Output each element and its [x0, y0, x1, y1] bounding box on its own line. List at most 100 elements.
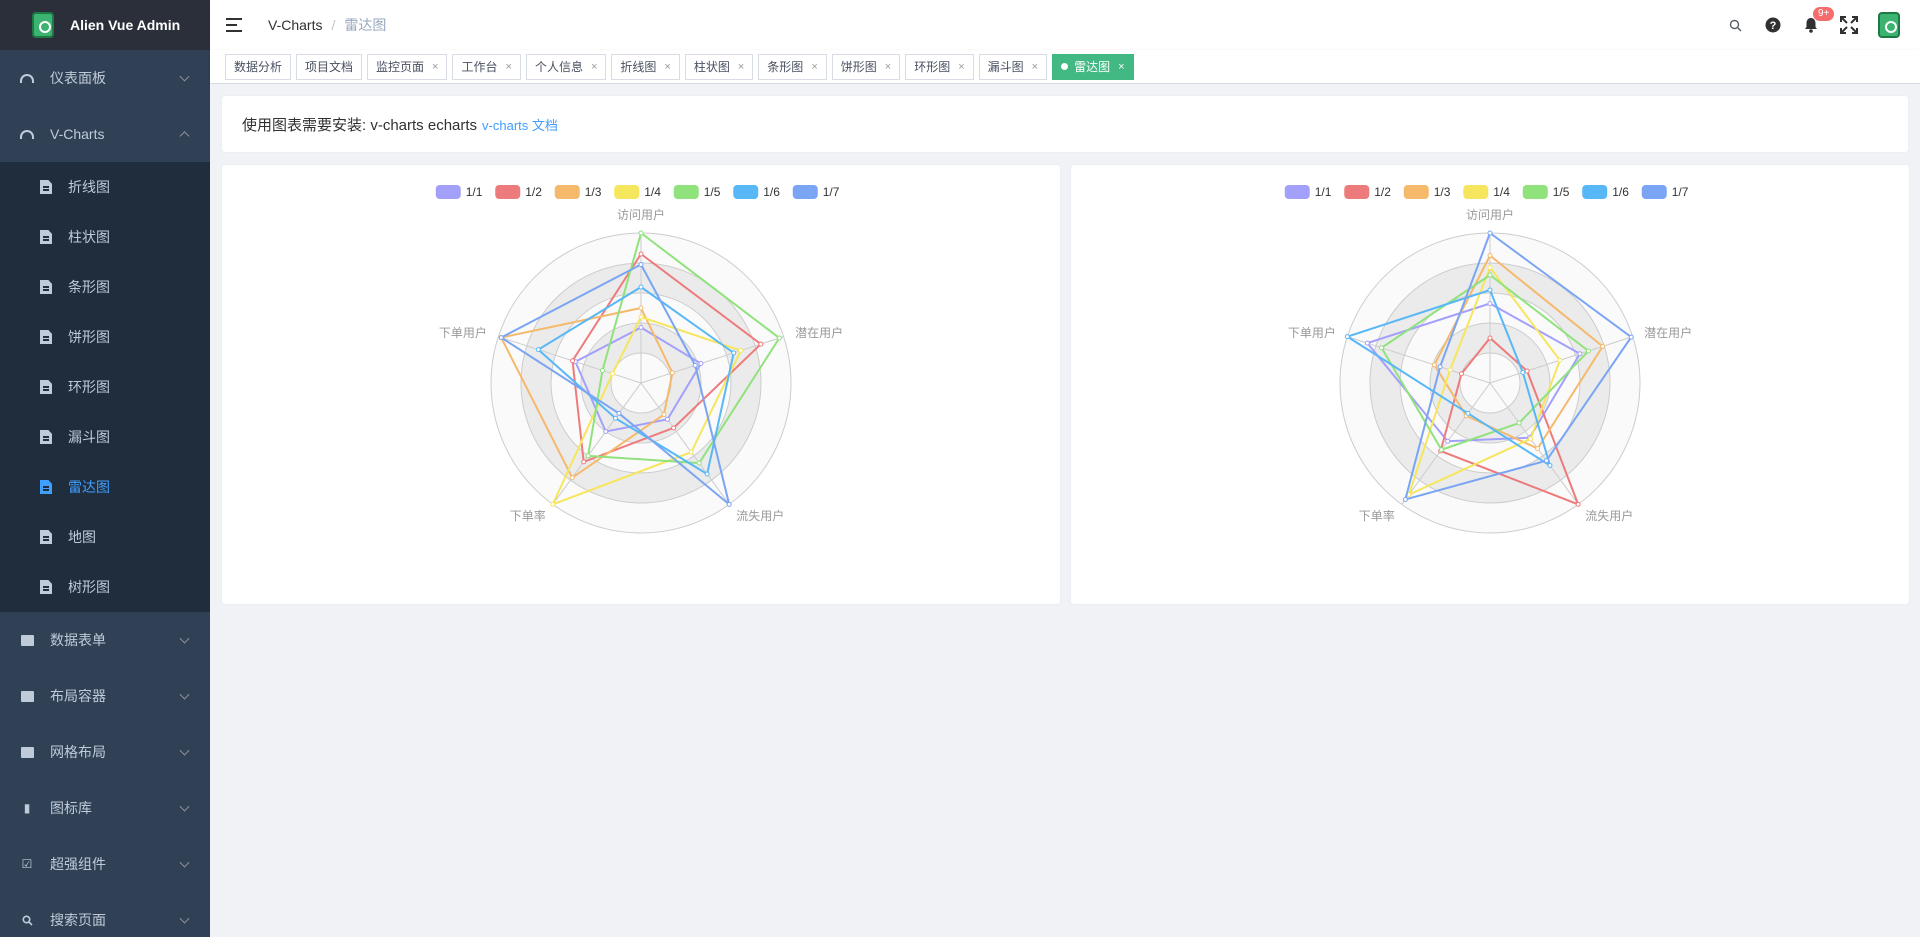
legend-item[interactable]: 1/3	[1403, 185, 1451, 199]
close-icon[interactable]: ×	[1032, 55, 1038, 79]
tag-3[interactable]: 工作台 ×	[452, 53, 521, 80]
radar-point[interactable]	[1528, 436, 1534, 442]
radar-point[interactable]	[1577, 351, 1583, 357]
radar-point[interactable]	[696, 460, 702, 466]
radar-point[interactable]	[758, 341, 764, 347]
radar-point[interactable]	[1487, 265, 1493, 270]
radar-point[interactable]	[1487, 301, 1493, 306]
tag-5[interactable]: 折线图 ×	[611, 53, 680, 80]
radar-point[interactable]	[776, 335, 782, 341]
radar-point[interactable]	[1431, 362, 1437, 368]
radar-point[interactable]	[1437, 364, 1443, 370]
sidebar-group-data-forms[interactable]: 数据表单	[0, 612, 210, 668]
sidebar-group-grid-layout[interactable]: 网格布局	[0, 724, 210, 780]
radar-point[interactable]	[1535, 446, 1541, 452]
radar-point[interactable]	[1458, 371, 1464, 377]
radar-point[interactable]	[1487, 287, 1493, 293]
radar-point[interactable]	[1487, 335, 1493, 341]
radar-point[interactable]	[638, 230, 644, 236]
radar-point[interactable]	[671, 425, 677, 431]
sidebar-item-map[interactable]: 地图	[0, 512, 210, 562]
legend-item[interactable]: 1/1	[435, 185, 483, 199]
radar-point[interactable]	[569, 475, 575, 481]
radar-point[interactable]	[1379, 345, 1385, 351]
sidebar-group-search-page[interactable]: 搜索页面	[0, 892, 210, 937]
radar-point[interactable]	[638, 325, 644, 330]
radar-point[interactable]	[609, 371, 615, 377]
radar-point[interactable]	[498, 335, 504, 341]
radar-point[interactable]	[535, 347, 541, 353]
legend-item[interactable]: 1/1	[1284, 185, 1332, 199]
radar-point[interactable]	[704, 471, 710, 477]
legend-item[interactable]: 1/7	[1641, 185, 1689, 199]
radar-point[interactable]	[1524, 368, 1530, 374]
search-icon[interactable]	[1716, 0, 1754, 50]
radar-point[interactable]	[1364, 340, 1370, 346]
radar-point[interactable]	[1520, 369, 1526, 375]
bell-icon[interactable]: 9+	[1792, 0, 1836, 50]
sidebar-group-components[interactable]: ☑ 超强组件	[0, 836, 210, 892]
radar-point[interactable]	[1487, 253, 1493, 258]
legend-item[interactable]: 1/6	[733, 185, 780, 199]
sidebar-group-v-charts[interactable]: V-Charts	[0, 106, 210, 162]
close-icon[interactable]: ×	[885, 55, 891, 79]
v-charts-docs-link[interactable]: v-charts 文档	[482, 115, 558, 134]
radar-point[interactable]	[1516, 420, 1522, 426]
radar-point[interactable]	[731, 350, 737, 356]
radar-point[interactable]	[603, 429, 609, 435]
close-icon[interactable]: ×	[664, 55, 670, 79]
sidebar-item-line-chart[interactable]: 折线图	[0, 162, 210, 212]
radar-point[interactable]	[1600, 343, 1606, 349]
legend-item[interactable]: 1/6	[1582, 185, 1629, 199]
radar-point[interactable]	[1547, 463, 1553, 469]
radar-point[interactable]	[1445, 438, 1451, 444]
close-icon[interactable]: ×	[1118, 55, 1124, 79]
sidebar-item-bar-chart[interactable]: 条形图	[0, 262, 210, 312]
close-icon[interactable]: ×	[811, 55, 817, 79]
radar-point[interactable]	[1402, 496, 1408, 502]
close-icon[interactable]: ×	[506, 55, 512, 79]
sidebar-group-dashboard[interactable]: 仪表面板	[0, 50, 210, 106]
legend-item[interactable]: 1/5	[673, 185, 721, 199]
close-icon[interactable]: ×	[958, 55, 964, 79]
fullscreen-icon[interactable]	[1830, 0, 1868, 50]
radar-point[interactable]	[1344, 334, 1350, 340]
radar-point[interactable]	[1585, 348, 1591, 354]
radar-point[interactable]	[570, 358, 576, 364]
radar-point[interactable]	[599, 367, 605, 373]
radar-point[interactable]	[738, 348, 744, 354]
legend-item[interactable]: 1/2	[1344, 185, 1391, 199]
legend-item[interactable]: 1/4	[614, 185, 661, 199]
sidebar-group-icon-library[interactable]: ▮ 图标库	[0, 780, 210, 836]
sidebar-item-tree-chart[interactable]: 树形图	[0, 562, 210, 612]
legend-item[interactable]: 1/5	[1522, 185, 1570, 199]
legend-item[interactable]: 1/7	[792, 185, 840, 199]
close-icon[interactable]: ×	[591, 55, 597, 79]
radar-point[interactable]	[612, 415, 618, 421]
radar-point[interactable]	[669, 370, 675, 376]
radar-point[interactable]	[661, 412, 667, 418]
sidebar-group-layout-container[interactable]: 布局容器	[0, 668, 210, 724]
radar-point[interactable]	[638, 284, 644, 290]
radar-point[interactable]	[1628, 334, 1634, 340]
radar-point[interactable]	[1557, 357, 1563, 363]
avatar[interactable]	[1878, 12, 1900, 38]
help-icon[interactable]: ?	[1754, 0, 1792, 50]
sidebar-item-radar-chart[interactable]: 雷达图	[0, 462, 210, 512]
radar-point[interactable]	[1439, 447, 1445, 453]
logo[interactable]: Alien Vue Admin	[0, 0, 210, 50]
tag-0[interactable]: 数据分析	[225, 53, 292, 80]
tag-11[interactable]: 雷达图 ×	[1052, 53, 1134, 80]
radar-point[interactable]	[698, 361, 704, 367]
radar-point[interactable]	[550, 501, 556, 507]
tag-1[interactable]: 项目文档	[296, 53, 363, 80]
sidebar-item-ring-chart[interactable]: 环形图	[0, 362, 210, 412]
radar-point[interactable]	[1465, 410, 1471, 416]
close-icon[interactable]: ×	[738, 55, 744, 79]
radar-point[interactable]	[581, 459, 587, 465]
radar-point[interactable]	[664, 416, 670, 422]
breadcrumb-item[interactable]: V-Charts	[268, 17, 322, 33]
tag-7[interactable]: 条形图 ×	[758, 53, 827, 80]
radar-point[interactable]	[688, 449, 694, 455]
menu-toggle-icon[interactable]	[226, 18, 244, 32]
